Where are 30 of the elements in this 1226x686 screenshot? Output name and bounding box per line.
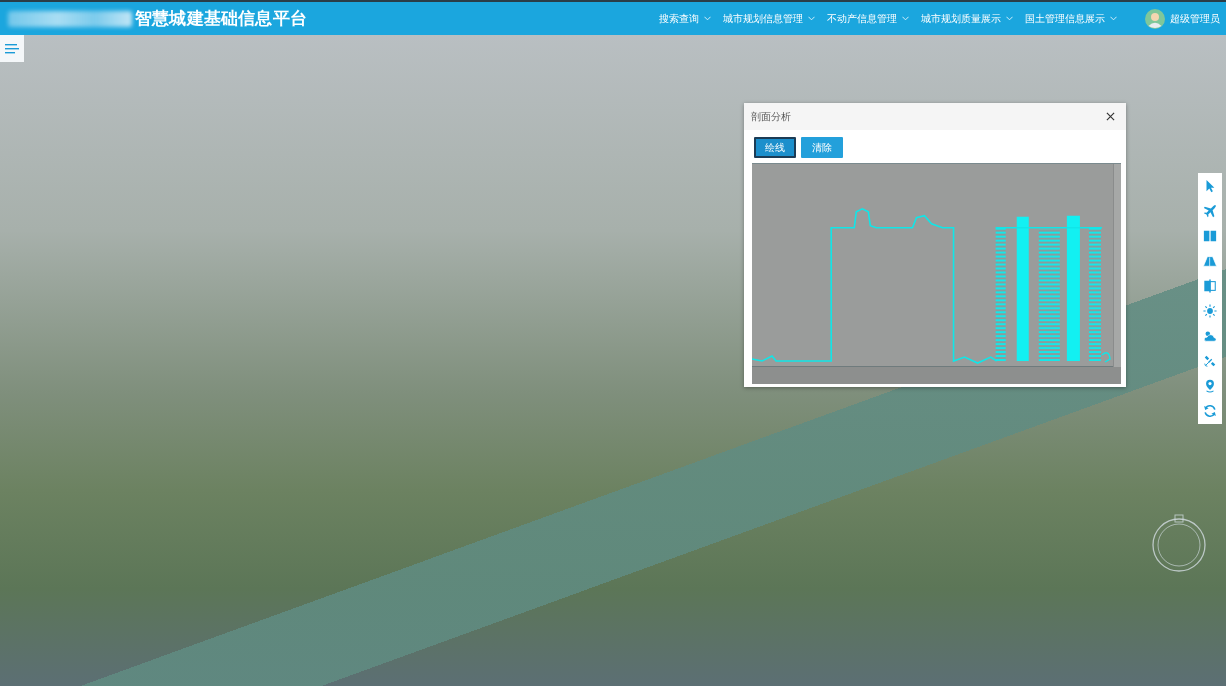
caret-icon — [808, 16, 815, 21]
nav-menu-item[interactable]: 城市规划质量展示 — [921, 9, 1013, 28]
panels-icon[interactable] — [1203, 229, 1217, 243]
nav-menu-item[interactable]: 城市规划信息管理 — [723, 9, 815, 28]
cloud-sun-icon[interactable] — [1203, 329, 1217, 343]
nav-menu-item[interactable]: 不动产信息管理 — [827, 9, 909, 28]
dialog-title: 剖面分析 — [751, 109, 791, 124]
caret-icon — [902, 16, 909, 21]
satellite-icon[interactable] — [1203, 354, 1217, 368]
refresh-icon[interactable] — [1203, 404, 1217, 418]
dialog-button[interactable]: 清除 — [801, 137, 843, 158]
caret-icon — [704, 16, 711, 21]
sun-icon[interactable] — [1203, 304, 1217, 318]
airplane-icon[interactable] — [1203, 204, 1217, 218]
nav-menu-item[interactable]: 搜索查询 — [659, 9, 711, 28]
dialog-button[interactable]: 绘线 — [754, 137, 796, 158]
mountain-icon[interactable] — [1203, 254, 1217, 268]
location-pin-icon[interactable] — [1203, 379, 1217, 393]
scrollbar[interactable] — [1113, 164, 1121, 367]
scrollbar[interactable] — [752, 367, 1121, 384]
caret-icon — [1110, 16, 1117, 21]
caret-icon — [1006, 16, 1013, 21]
menu-icon[interactable] — [0, 35, 24, 62]
app-title: 智慧城建基础信息平台 — [135, 7, 307, 30]
close-icon[interactable] — [1106, 112, 1115, 121]
nav-menu-item[interactable]: 国土管理信息展示 — [1025, 9, 1117, 28]
user-name[interactable]: 超级管理员 — [1170, 11, 1220, 26]
compass-icon[interactable] — [1149, 513, 1209, 573]
split-view-icon[interactable] — [1203, 279, 1217, 293]
avatar-icon[interactable] — [1145, 8, 1165, 29]
